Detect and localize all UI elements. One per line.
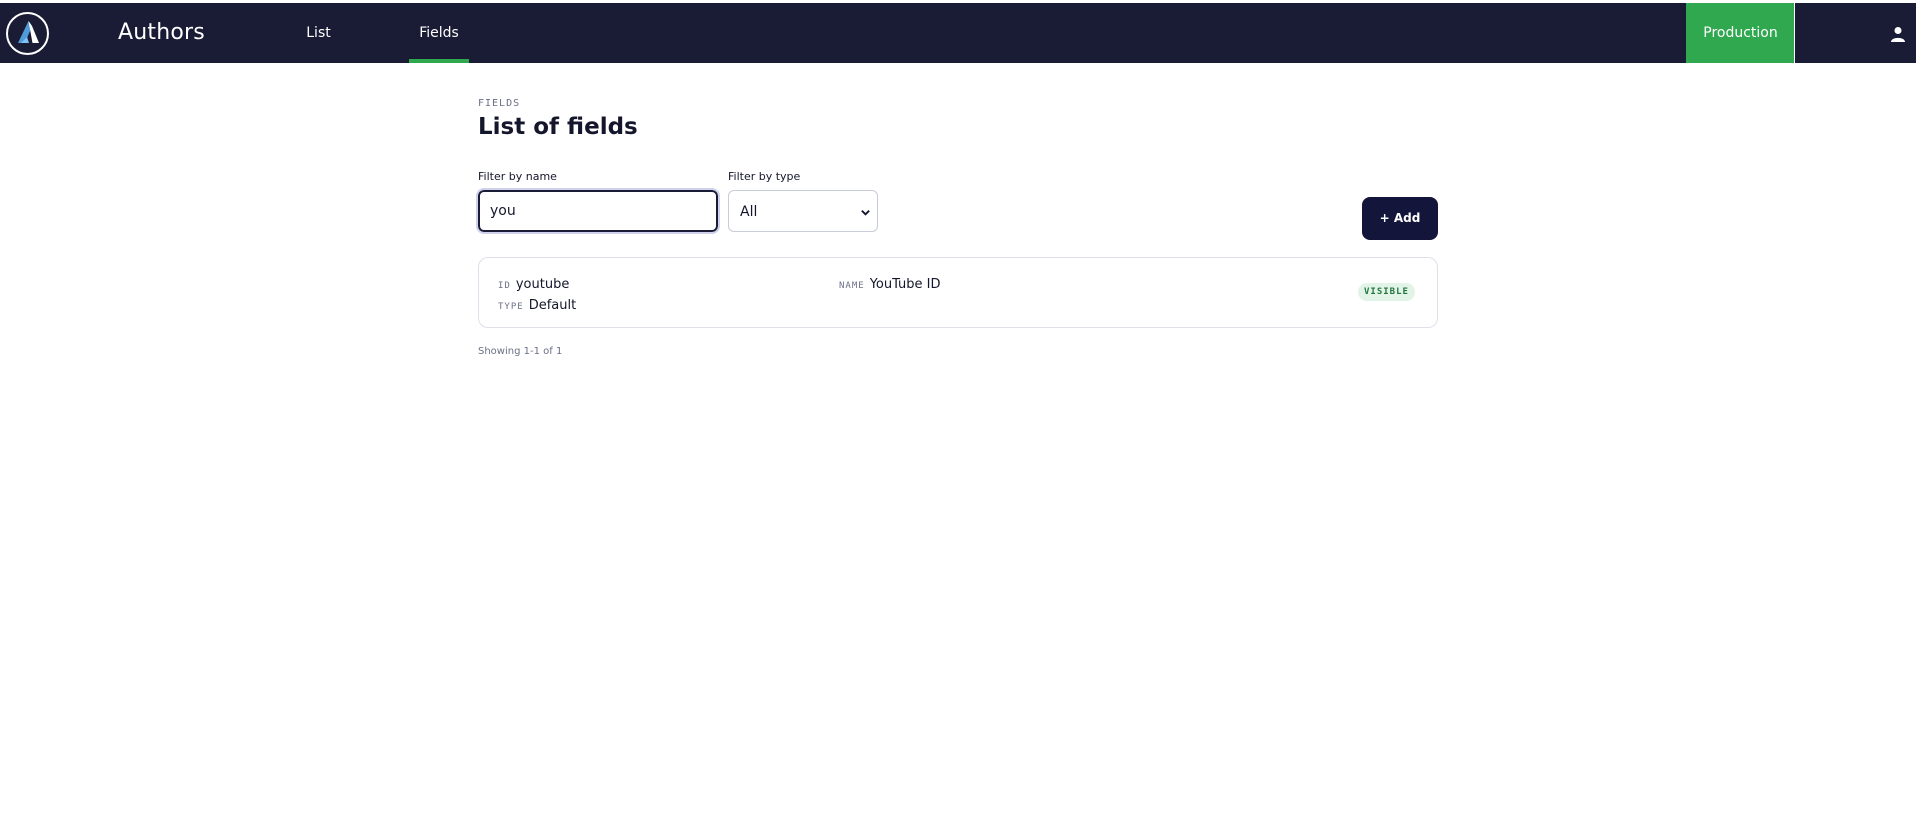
- pagination-summary: Showing 1-1 of 1: [478, 346, 563, 357]
- add-field-button[interactable]: + Add: [1362, 197, 1438, 240]
- field-id-value: youtube: [515, 277, 570, 292]
- field-type-key: TYPE: [498, 302, 524, 312]
- filter-type-value: All: [740, 204, 758, 220]
- field-list-item[interactable]: ID youtube TYPE Default NAME YouTube ID VIS…: [478, 257, 1438, 328]
- page-title: List of fields: [478, 114, 638, 140]
- status-badge: VISIBLE: [1358, 283, 1415, 301]
- tab-fields[interactable]: Fields: [409, 3, 469, 63]
- tab-list[interactable]: List: [296, 3, 341, 63]
- filter-name-input[interactable]: [476, 188, 720, 234]
- field-id-row: ID youtube: [498, 273, 569, 292]
- filter-type-select[interactable]: All: [728, 190, 878, 232]
- environment-button[interactable]: Production: [1686, 3, 1795, 63]
- field-name-value: YouTube ID: [869, 277, 941, 292]
- field-type-row: TYPE Default: [498, 294, 576, 313]
- top-navigation-bar: Authors List Fields Production: [0, 3, 1916, 63]
- field-name-key: NAME: [839, 281, 865, 291]
- filter-name-label: Filter by name: [478, 170, 557, 183]
- app-logo-icon[interactable]: [6, 12, 49, 55]
- chevron-down-icon: [861, 210, 870, 216]
- filter-type-label: Filter by type: [728, 170, 801, 183]
- field-id-key: ID: [498, 281, 511, 291]
- field-type-value: Default: [528, 298, 577, 313]
- app-title: Authors: [118, 20, 205, 45]
- environment-divider: [1794, 3, 1795, 63]
- page-eyebrow: FIELDS: [478, 98, 521, 109]
- user-icon[interactable]: [1890, 26, 1906, 42]
- field-name-row: NAME YouTube ID: [839, 273, 941, 292]
